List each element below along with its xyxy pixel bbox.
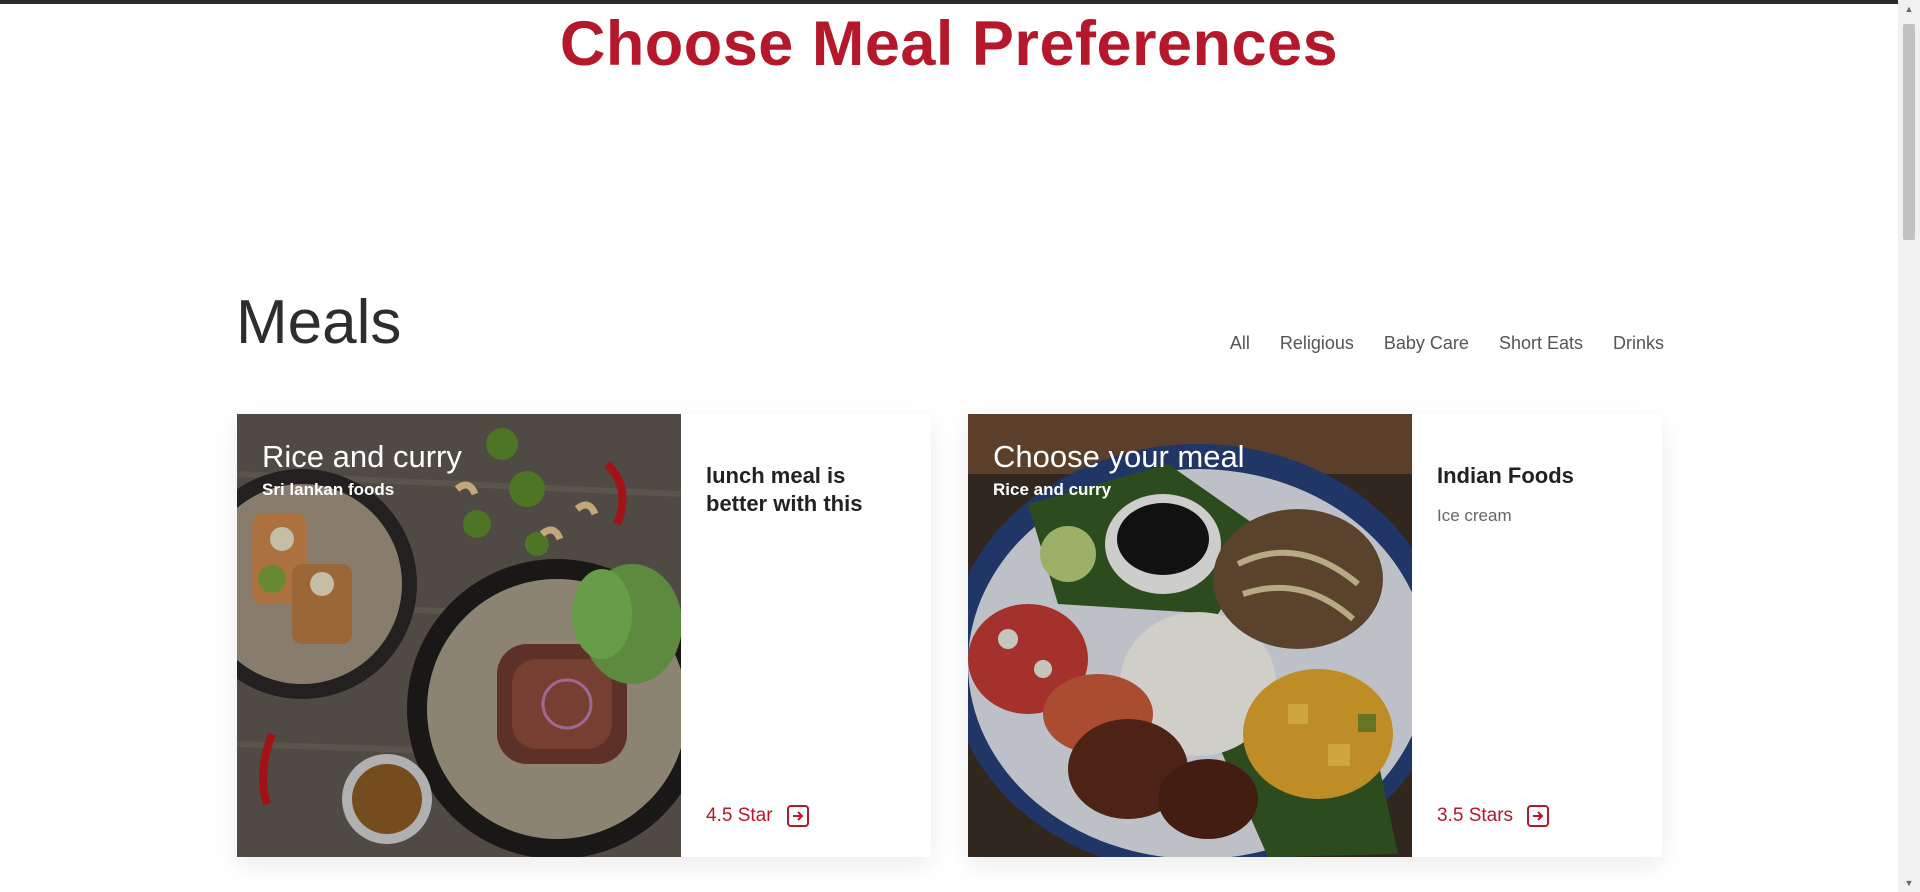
arrow-right-square-icon[interactable] [786,805,809,827]
image-title: Choose your meal [993,439,1245,474]
rating-text: 3.5 Stars [1437,805,1514,826]
rating-text: 4.5 Star [706,805,773,826]
filter-baby-care[interactable]: Baby Care [1384,333,1469,354]
arrow-right-square-icon[interactable] [1527,805,1550,827]
card-heading: Indian Foods [1437,463,1574,488]
filter-all[interactable]: All [1230,333,1250,354]
image-subtitle: Rice and curry [993,480,1112,499]
scroll-down-arrow-icon[interactable]: ▼ [1898,874,1920,892]
page-title: Choose Meal Preferences [559,9,1339,79]
card-body: Indian Foods Ice cream 3.5 Stars [1412,414,1662,857]
card-description: Ice cream [1437,506,1512,525]
meal-card: Rice and curry Sri lankan foods lunch me… [237,414,931,857]
meal-image[interactable]: Choose your meal Rice and curry [968,414,1412,857]
filter-religious[interactable]: Religious [1280,333,1354,354]
filter-drinks[interactable]: Drinks [1613,333,1664,354]
arrow-right-icon [792,811,803,821]
image-caption: Choose your meal Rice and curry [993,438,1245,500]
meal-image[interactable]: Rice and curry Sri lankan foods [237,414,681,857]
meal-card: Choose your meal Rice and curry Indian F… [968,414,1662,857]
image-title: Rice and curry [262,439,462,474]
section-heading: Meals [236,288,402,357]
arrow-right-icon [1533,811,1544,821]
scroll-up-arrow-icon[interactable]: ▲ [1898,0,1920,18]
scrollbar-thumb[interactable] [1903,24,1915,240]
image-subtitle: Sri lankan foods [262,480,395,499]
rating-link[interactable]: 3.5 Stars [1437,805,1550,827]
image-caption: Rice and curry Sri lankan foods [262,438,462,500]
filter-short-eats[interactable]: Short Eats [1499,333,1583,354]
browser-top-edge [0,0,1920,4]
vertical-scrollbar[interactable]: ▲ ▼ [1898,0,1920,892]
card-heading: lunch meal is better with this [706,463,863,516]
card-body: lunch meal is better with this 4.5 Star [681,414,931,857]
meal-filter-nav: All Religious Baby Care Short Eats Drink… [1230,333,1664,354]
rating-link[interactable]: 4.5 Star [706,805,809,827]
